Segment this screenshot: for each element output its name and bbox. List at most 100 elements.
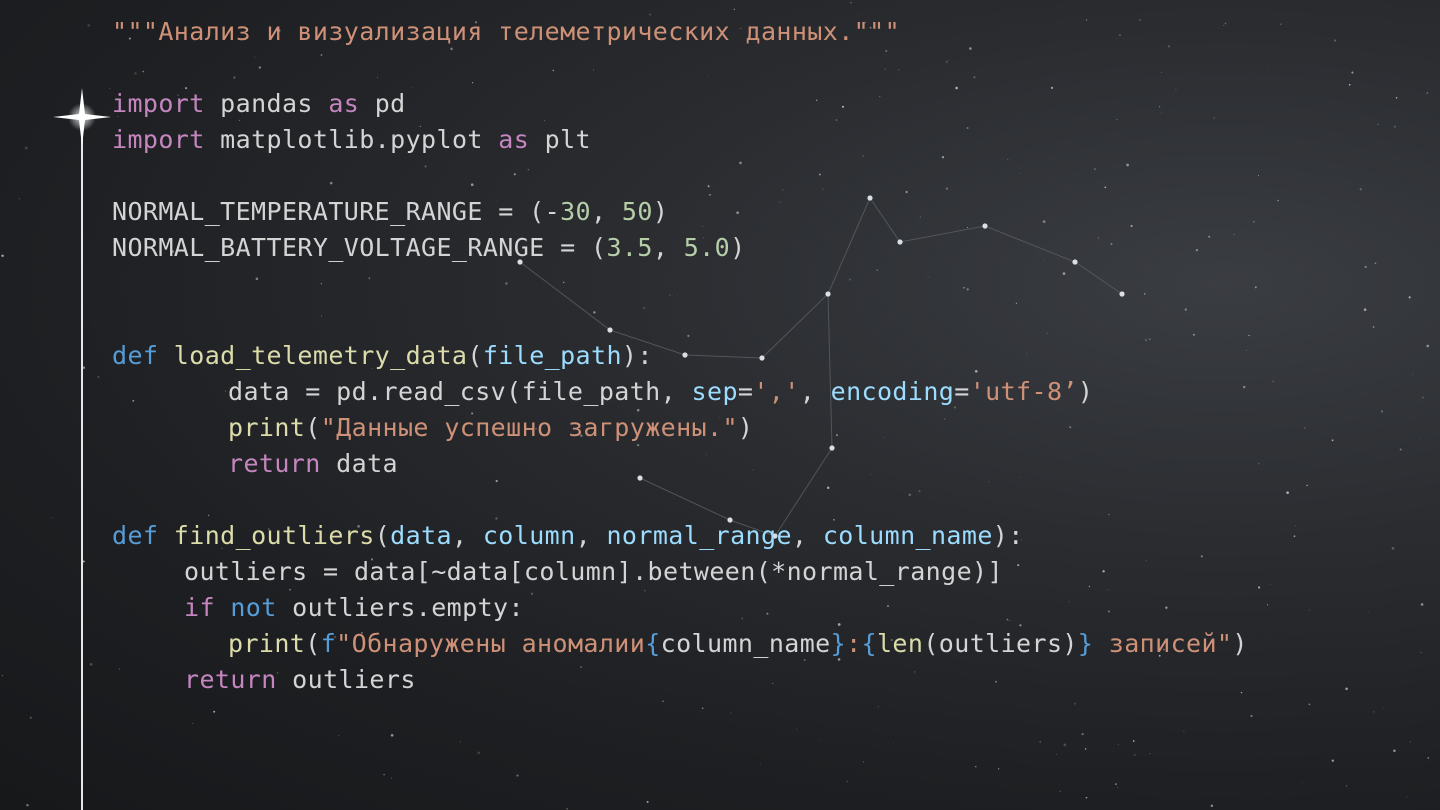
star: [1268, 66, 1270, 68]
star: [29, 716, 32, 719]
star: [820, 739, 822, 741]
star: [516, 774, 519, 777]
star: [1149, 753, 1151, 755]
star: [967, 227, 968, 228]
def-keyword: def: [112, 521, 159, 550]
star: [779, 201, 781, 203]
star: [1290, 213, 1291, 215]
star: [1126, 163, 1129, 167]
star: [760, 763, 761, 765]
star: [1133, 753, 1136, 756]
star: [1395, 97, 1398, 99]
star: [941, 156, 945, 159]
star: [1184, 308, 1187, 311]
star: [921, 448, 923, 450]
star: [1250, 714, 1253, 718]
parameter: normal_range: [606, 521, 792, 550]
star: [955, 86, 958, 90]
star: [662, 700, 664, 703]
star: [477, 751, 481, 755]
star: [1363, 308, 1367, 312]
star: [905, 190, 908, 194]
star: [134, 72, 137, 75]
alias-name: plt: [529, 125, 592, 154]
star: [1145, 560, 1147, 562]
return-value: data: [320, 449, 398, 478]
star: [338, 734, 340, 736]
star: [1377, 123, 1379, 126]
punct: ,: [591, 197, 622, 226]
star: [1026, 353, 1028, 355]
star: [1334, 39, 1337, 42]
star: [1084, 748, 1087, 750]
star: [1042, 220, 1046, 223]
star: [51, 517, 53, 519]
punct: (: [374, 521, 391, 550]
star: [897, 69, 900, 71]
module-name: pandas: [204, 89, 329, 118]
constellation-star: [867, 195, 873, 201]
star: [1380, 410, 1384, 413]
star: [1107, 589, 1109, 591]
star: [24, 146, 28, 150]
number: 50: [621, 197, 653, 226]
star: [1367, 612, 1369, 613]
temperature-range-line: NORMAL_TEMPERATURE_RANGE = (-30, 50): [112, 194, 668, 230]
star: [1175, 89, 1177, 91]
star: [1427, 757, 1430, 759]
brace: {: [645, 629, 661, 658]
constellation-star: [637, 475, 643, 481]
star: [1245, 349, 1248, 352]
star: [1114, 783, 1117, 786]
star: [730, 712, 732, 714]
star: [390, 733, 394, 737]
star: [1208, 235, 1211, 238]
star: [1019, 476, 1020, 478]
star: [782, 189, 784, 191]
star: [1306, 484, 1308, 487]
star: [1258, 175, 1259, 177]
keyword: if: [184, 593, 215, 622]
punct: (: [305, 629, 321, 658]
star: [1, 254, 4, 258]
star: [1412, 373, 1414, 375]
star: [1373, 711, 1375, 713]
star: [1426, 344, 1430, 348]
star: [1286, 491, 1289, 495]
star: [646, 800, 649, 803]
star: [1116, 119, 1118, 121]
star: [1359, 188, 1362, 191]
star: [687, 334, 690, 338]
star: [644, 590, 646, 592]
star: [1006, 158, 1009, 161]
star: [1243, 385, 1246, 389]
star: [913, 671, 916, 673]
star: [1017, 564, 1020, 567]
star: [707, 75, 708, 76]
star: [233, 76, 236, 79]
star: [1046, 332, 1048, 334]
star: [471, 81, 474, 84]
star: [1210, 804, 1214, 808]
star: [1280, 23, 1282, 25]
star: [1132, 740, 1135, 742]
star: [1420, 603, 1424, 606]
star: [1393, 749, 1396, 753]
punct: ): [1232, 629, 1248, 658]
star: [1331, 439, 1334, 442]
return-value: outliers: [276, 665, 416, 694]
punct: =: [737, 377, 754, 406]
star: [1068, 601, 1070, 603]
star: [1006, 618, 1009, 621]
star: [766, 612, 769, 615]
star: [592, 69, 594, 71]
def-load-line: def load_telemetry_data(file_path):: [112, 338, 653, 374]
punct: ,: [652, 233, 684, 262]
star: [1383, 707, 1385, 709]
star: [1308, 703, 1311, 706]
star: [500, 92, 501, 93]
string: :: [846, 629, 862, 658]
star: [705, 453, 707, 455]
star: [1331, 759, 1334, 762]
star: [41, 590, 43, 592]
